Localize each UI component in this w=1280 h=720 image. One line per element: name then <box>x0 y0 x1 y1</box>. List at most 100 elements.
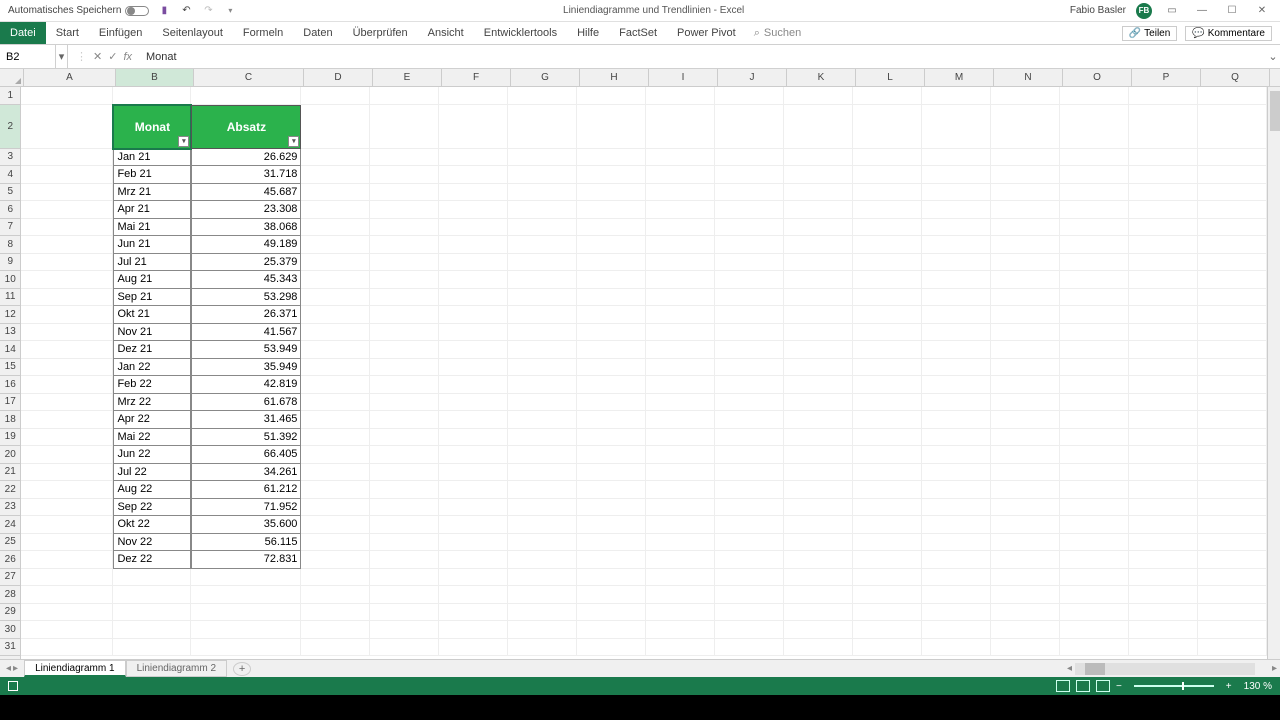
cell[interactable] <box>1060 551 1129 569</box>
column-header-D[interactable]: D <box>304 69 373 86</box>
cell[interactable] <box>646 551 715 569</box>
cell[interactable] <box>922 376 991 394</box>
cell[interactable] <box>715 429 784 447</box>
cell[interactable] <box>784 201 853 219</box>
cell[interactable] <box>191 87 301 105</box>
column-header-E[interactable]: E <box>373 69 442 86</box>
cell[interactable] <box>1060 306 1129 324</box>
cell[interactable] <box>301 639 370 657</box>
cell[interactable] <box>508 639 577 657</box>
cell[interactable] <box>577 639 646 657</box>
cell[interactable] <box>646 639 715 657</box>
table-cell-month[interactable]: Mai 22 <box>113 429 191 447</box>
zoom-slider[interactable] <box>1134 685 1214 687</box>
cell[interactable] <box>577 569 646 587</box>
cell[interactable] <box>301 306 370 324</box>
table-cell-month[interactable]: Mrz 22 <box>113 394 191 412</box>
cell[interactable] <box>646 376 715 394</box>
cell[interactable] <box>439 429 508 447</box>
cell[interactable] <box>853 499 922 517</box>
cell[interactable] <box>370 569 439 587</box>
cell[interactable] <box>1129 569 1198 587</box>
cell[interactable] <box>784 464 853 482</box>
cell[interactable] <box>439 604 508 622</box>
hscroll-right-icon[interactable]: ▸ <box>1269 663 1280 674</box>
cell[interactable] <box>922 464 991 482</box>
cell[interactable] <box>370 105 439 149</box>
cell[interactable] <box>715 621 784 639</box>
cell[interactable] <box>301 429 370 447</box>
cell[interactable] <box>1198 201 1267 219</box>
cell[interactable] <box>922 516 991 534</box>
cell[interactable] <box>301 166 370 184</box>
cell[interactable] <box>21 586 113 604</box>
table-cell-value[interactable]: 34.261 <box>191 464 301 482</box>
cell[interactable] <box>113 639 191 657</box>
cell[interactable] <box>784 236 853 254</box>
cell[interactable] <box>439 534 508 552</box>
cell[interactable] <box>991 499 1060 517</box>
cell[interactable] <box>439 201 508 219</box>
cell[interactable] <box>1060 569 1129 587</box>
cell[interactable] <box>370 551 439 569</box>
cell[interactable] <box>991 534 1060 552</box>
cell[interactable] <box>646 411 715 429</box>
cell[interactable] <box>1198 464 1267 482</box>
cell[interactable] <box>21 516 113 534</box>
cell[interactable] <box>784 105 853 149</box>
cell[interactable] <box>715 184 784 202</box>
row-header-10[interactable]: 10 <box>0 271 20 289</box>
cell[interactable] <box>1129 639 1198 657</box>
cell[interactable] <box>1060 324 1129 342</box>
cell[interactable] <box>853 149 922 167</box>
cell[interactable] <box>439 569 508 587</box>
cell[interactable] <box>1129 105 1198 149</box>
row-header-22[interactable]: 22 <box>0 481 20 499</box>
enter-formula-icon[interactable]: ✓ <box>108 50 117 63</box>
cell[interactable] <box>21 254 113 272</box>
row-header-8[interactable]: 8 <box>0 236 20 254</box>
sheet-nav-prev-icon[interactable]: ◂ <box>6 663 11 674</box>
cell[interactable] <box>646 464 715 482</box>
cell[interactable] <box>439 306 508 324</box>
cell[interactable] <box>439 481 508 499</box>
cell[interactable] <box>577 621 646 639</box>
cell[interactable] <box>784 87 853 105</box>
cell[interactable] <box>508 411 577 429</box>
cell[interactable] <box>991 166 1060 184</box>
qat-customize-icon[interactable]: ▾ <box>223 4 237 18</box>
cell[interactable] <box>1129 481 1198 499</box>
cell[interactable] <box>21 149 113 167</box>
cell[interactable] <box>21 481 113 499</box>
cell[interactable] <box>784 324 853 342</box>
cell[interactable] <box>370 166 439 184</box>
cell[interactable] <box>991 236 1060 254</box>
cell[interactable] <box>991 149 1060 167</box>
cell[interactable] <box>508 236 577 254</box>
cell[interactable] <box>1060 87 1129 105</box>
cell[interactable] <box>784 166 853 184</box>
cell[interactable] <box>508 516 577 534</box>
cell[interactable] <box>1198 429 1267 447</box>
cell[interactable] <box>1129 149 1198 167</box>
cell[interactable] <box>21 376 113 394</box>
cell[interactable] <box>577 464 646 482</box>
cell[interactable] <box>1129 376 1198 394</box>
table-cell-value[interactable]: 35.600 <box>191 516 301 534</box>
sheet-tab[interactable]: Liniendiagramm 1 <box>24 660 126 677</box>
cell[interactable] <box>1198 105 1267 149</box>
cell[interactable] <box>646 394 715 412</box>
cell[interactable] <box>370 604 439 622</box>
row-header-31[interactable]: 31 <box>0 639 20 657</box>
row-header-15[interactable]: 15 <box>0 359 20 377</box>
table-cell-month[interactable]: Jul 21 <box>113 254 191 272</box>
cell[interactable] <box>646 306 715 324</box>
cell[interactable] <box>715 411 784 429</box>
cell[interactable] <box>21 289 113 307</box>
table-cell-month[interactable]: Dez 21 <box>113 341 191 359</box>
cell[interactable] <box>853 324 922 342</box>
cell[interactable] <box>508 166 577 184</box>
cell[interactable] <box>646 105 715 149</box>
table-cell-value[interactable]: 42.819 <box>191 376 301 394</box>
table-cell-value[interactable]: 71.952 <box>191 499 301 517</box>
